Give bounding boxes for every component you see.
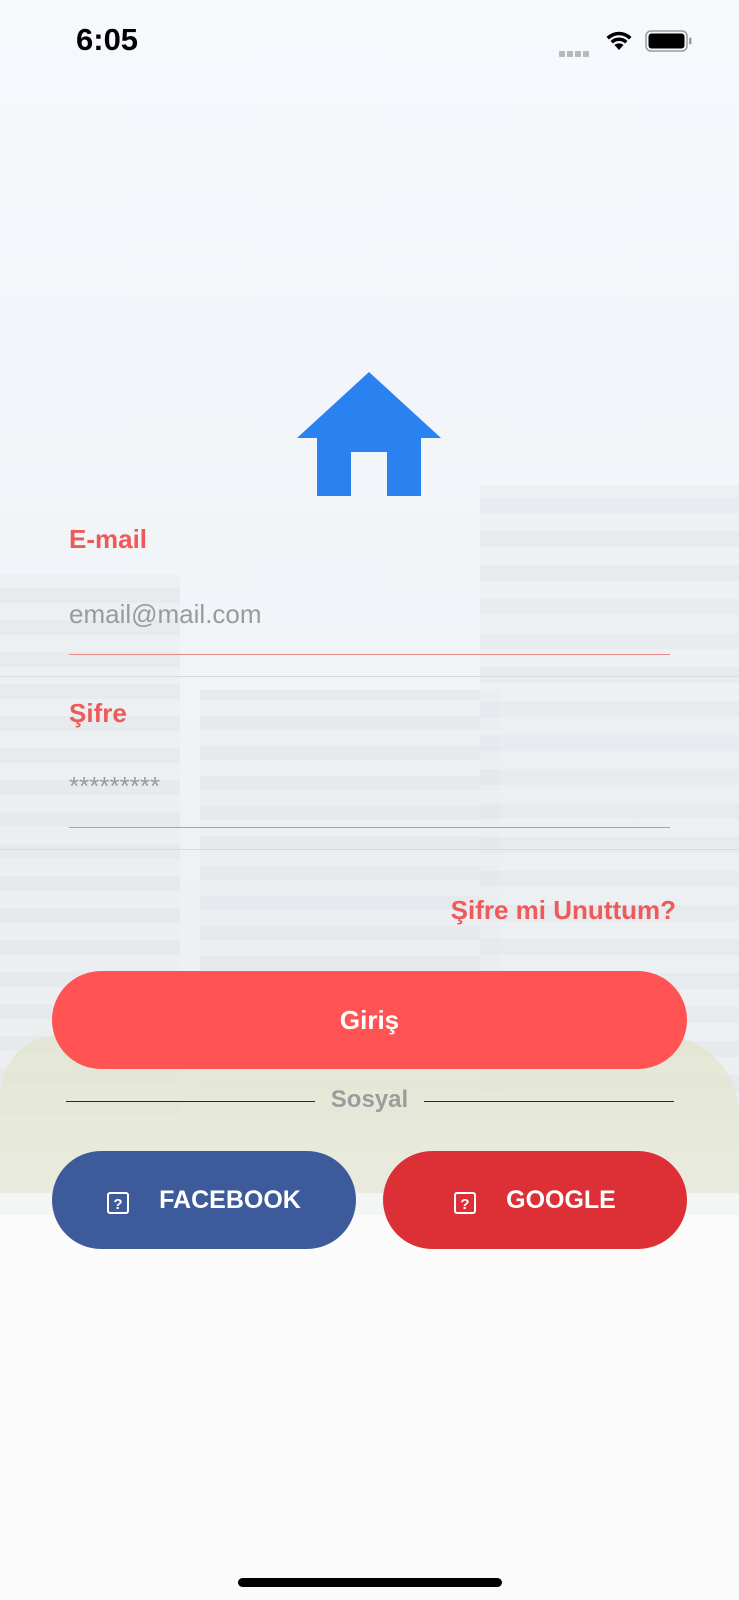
home-icon bbox=[297, 372, 441, 496]
email-input[interactable] bbox=[69, 590, 669, 638]
home-indicator[interactable] bbox=[238, 1578, 502, 1587]
background-floor bbox=[0, 1215, 739, 1600]
google-login-button[interactable]: ? GOOGLE bbox=[383, 1151, 687, 1249]
battery-icon bbox=[645, 30, 692, 52]
status-time: 6:05 bbox=[76, 22, 139, 57]
svg-text:?: ? bbox=[114, 1196, 123, 1213]
cellular-signal-icon bbox=[559, 44, 593, 57]
svg-text:?: ? bbox=[461, 1196, 470, 1213]
password-label: Şifre bbox=[69, 698, 127, 728]
question-mark-icon: ? bbox=[107, 1192, 130, 1214]
separator bbox=[0, 849, 739, 850]
facebook-button-label: FACEBOOK bbox=[159, 1185, 301, 1214]
email-label: E-mail bbox=[69, 524, 148, 554]
question-mark-icon: ? bbox=[454, 1192, 477, 1214]
email-underline bbox=[69, 654, 670, 655]
separator bbox=[0, 676, 739, 677]
google-button-label: GOOGLE bbox=[506, 1185, 616, 1214]
password-underline bbox=[69, 827, 670, 828]
login-button[interactable]: Giriş bbox=[52, 971, 687, 1069]
facebook-login-button[interactable]: ? FACEBOOK bbox=[52, 1151, 356, 1249]
social-divider-label: Sosyal bbox=[330, 1086, 409, 1113]
password-input[interactable] bbox=[69, 762, 669, 810]
divider-line-right bbox=[424, 1101, 674, 1102]
status-bar: 6:05 bbox=[0, 0, 739, 84]
forgot-password-link[interactable]: Şifre mi Unuttum? bbox=[451, 895, 676, 926]
wifi-icon bbox=[606, 31, 632, 50]
